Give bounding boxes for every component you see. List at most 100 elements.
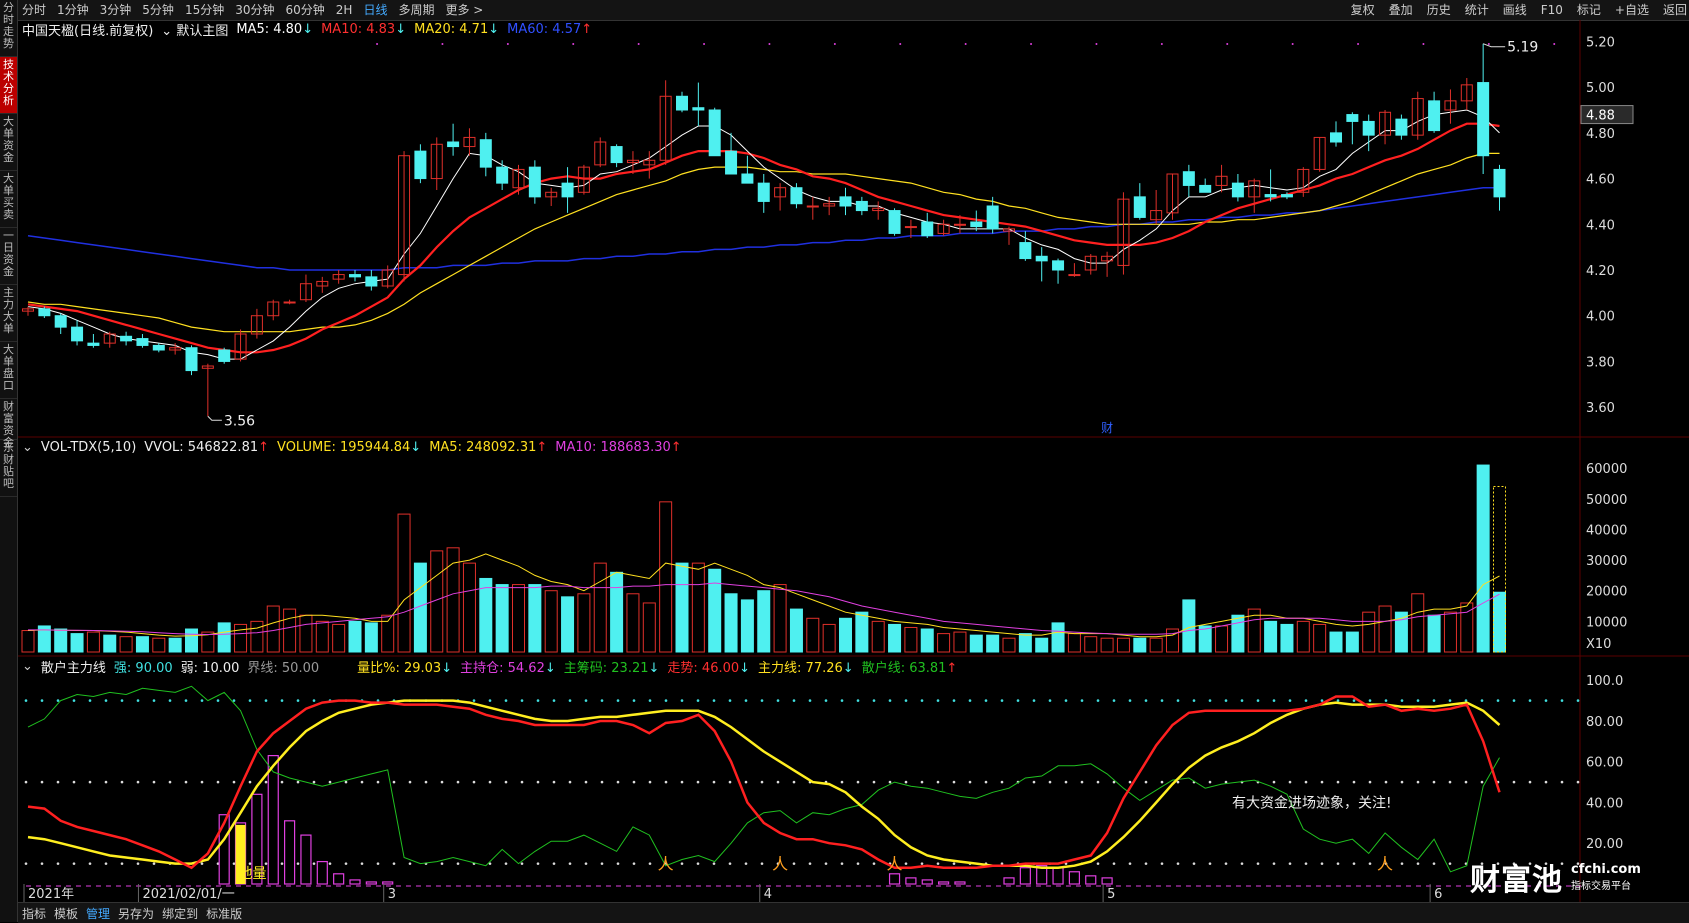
level-dot [1128, 780, 1132, 784]
volume-axis-label: 50000 [1586, 493, 1627, 508]
candle-body [136, 338, 149, 346]
level-dot [72, 862, 76, 865]
watermark-subtitle: 指标交易平台 [1571, 881, 1631, 892]
level-dot [1272, 780, 1276, 784]
bottom-tab-5[interactable]: 标准版 [206, 905, 242, 922]
level-dot [392, 862, 396, 865]
volume-bar [888, 623, 902, 653]
candle-body [1133, 196, 1146, 218]
level-dot [376, 780, 380, 784]
level-dot [1208, 862, 1212, 865]
bottom-tab-0[interactable]: 指标 [22, 905, 46, 922]
volume-bar [1018, 633, 1032, 653]
level-dot [1048, 780, 1052, 784]
top-marker-dot [1226, 43, 1229, 45]
candle-body [692, 107, 705, 111]
level-dot [1448, 699, 1452, 702]
ratio-bar [1085, 875, 1097, 885]
level-dot [1432, 699, 1436, 702]
level-dot [728, 699, 732, 702]
candle-body [839, 196, 852, 207]
volume-bar [332, 623, 346, 653]
level-dot [936, 699, 940, 702]
person-marker-icon: 人 [772, 855, 788, 874]
bottom-tab-1[interactable]: 模板 [54, 905, 78, 922]
level-dot [1544, 780, 1548, 784]
level-dot [712, 699, 716, 702]
volume-bar [642, 602, 656, 653]
level-dot [760, 780, 764, 784]
volume-bar [495, 584, 509, 653]
level-dot [216, 699, 220, 702]
level-dot [680, 699, 684, 702]
bottom-tab-2[interactable]: 管理 [86, 905, 110, 922]
level-dot [872, 780, 876, 784]
candle-body [806, 205, 819, 208]
candle-body [54, 315, 67, 328]
level-dot [952, 780, 956, 784]
bottom-tab-4[interactable]: 绑定到 [162, 905, 198, 922]
level-dot [1320, 780, 1324, 784]
volume-bar [953, 631, 967, 653]
volume-bar [675, 562, 689, 653]
level-dot [552, 862, 556, 865]
level-dot [408, 862, 412, 865]
ma5-line [27, 109, 1500, 360]
volume-axis-label: 60000 [1586, 462, 1627, 477]
level-dot [1368, 699, 1372, 702]
price-axis-label: 4.20 [1586, 264, 1615, 279]
level-dot [1496, 699, 1500, 702]
level-dot [280, 780, 284, 784]
level-dot [632, 699, 636, 702]
level-dot [72, 699, 76, 702]
volume-bar [626, 593, 640, 653]
volume-bar [152, 637, 166, 653]
candle-body [1428, 100, 1441, 132]
level-dot [840, 862, 844, 865]
volume-bar [1443, 611, 1457, 653]
level-dot [1096, 780, 1100, 784]
volume-bar [512, 584, 525, 653]
signal-annotation-text: 有大资金进场迹象，关注! [1232, 795, 1392, 811]
level-dot [520, 780, 524, 784]
top-marker-dot [1030, 43, 1033, 45]
level-dot [904, 862, 908, 865]
chart-canvas[interactable]: 5.20 5.00 4.80 4.60 4.40 4.20 4.00 3.80 3.60 5.19… [0, 0, 1689, 922]
price-axis-label: 3.80 [1586, 355, 1615, 370]
level-dot [968, 699, 972, 702]
level-dot [280, 862, 284, 865]
level-dot [1512, 780, 1516, 784]
bottom-tab-3[interactable]: 另存为 [118, 905, 154, 922]
ma10-line [27, 122, 1500, 354]
level-dot [872, 862, 876, 865]
level-dot [584, 862, 588, 865]
high-pointer [1482, 43, 1506, 48]
level-dot [1272, 699, 1276, 702]
level-dot [680, 780, 684, 784]
level-dot [1064, 699, 1068, 702]
candle-body [610, 146, 623, 164]
level-dot [424, 780, 428, 784]
low-marker-label: 3.56 [224, 413, 255, 429]
level-dot [776, 780, 780, 784]
level-dot [328, 780, 332, 784]
level-dot [760, 862, 764, 865]
level-dot [1352, 862, 1356, 865]
volume-bar [871, 620, 885, 653]
top-marker-dot [1487, 43, 1490, 45]
candle-body [185, 347, 198, 372]
level-dot [88, 699, 92, 702]
level-dot [1368, 862, 1372, 865]
level-dot [984, 699, 988, 702]
volume-bar [1231, 614, 1245, 653]
person-marker-icon: 人 [887, 855, 903, 874]
level-dot [1064, 780, 1068, 784]
candle-body [741, 173, 754, 184]
volume-bar [757, 590, 771, 653]
volume-bar [1182, 599, 1196, 653]
volume-bar [920, 628, 934, 653]
top-marker-dot [1422, 43, 1425, 45]
candle-body [87, 342, 100, 346]
level-dot [1128, 699, 1132, 702]
level-dot [344, 780, 348, 784]
